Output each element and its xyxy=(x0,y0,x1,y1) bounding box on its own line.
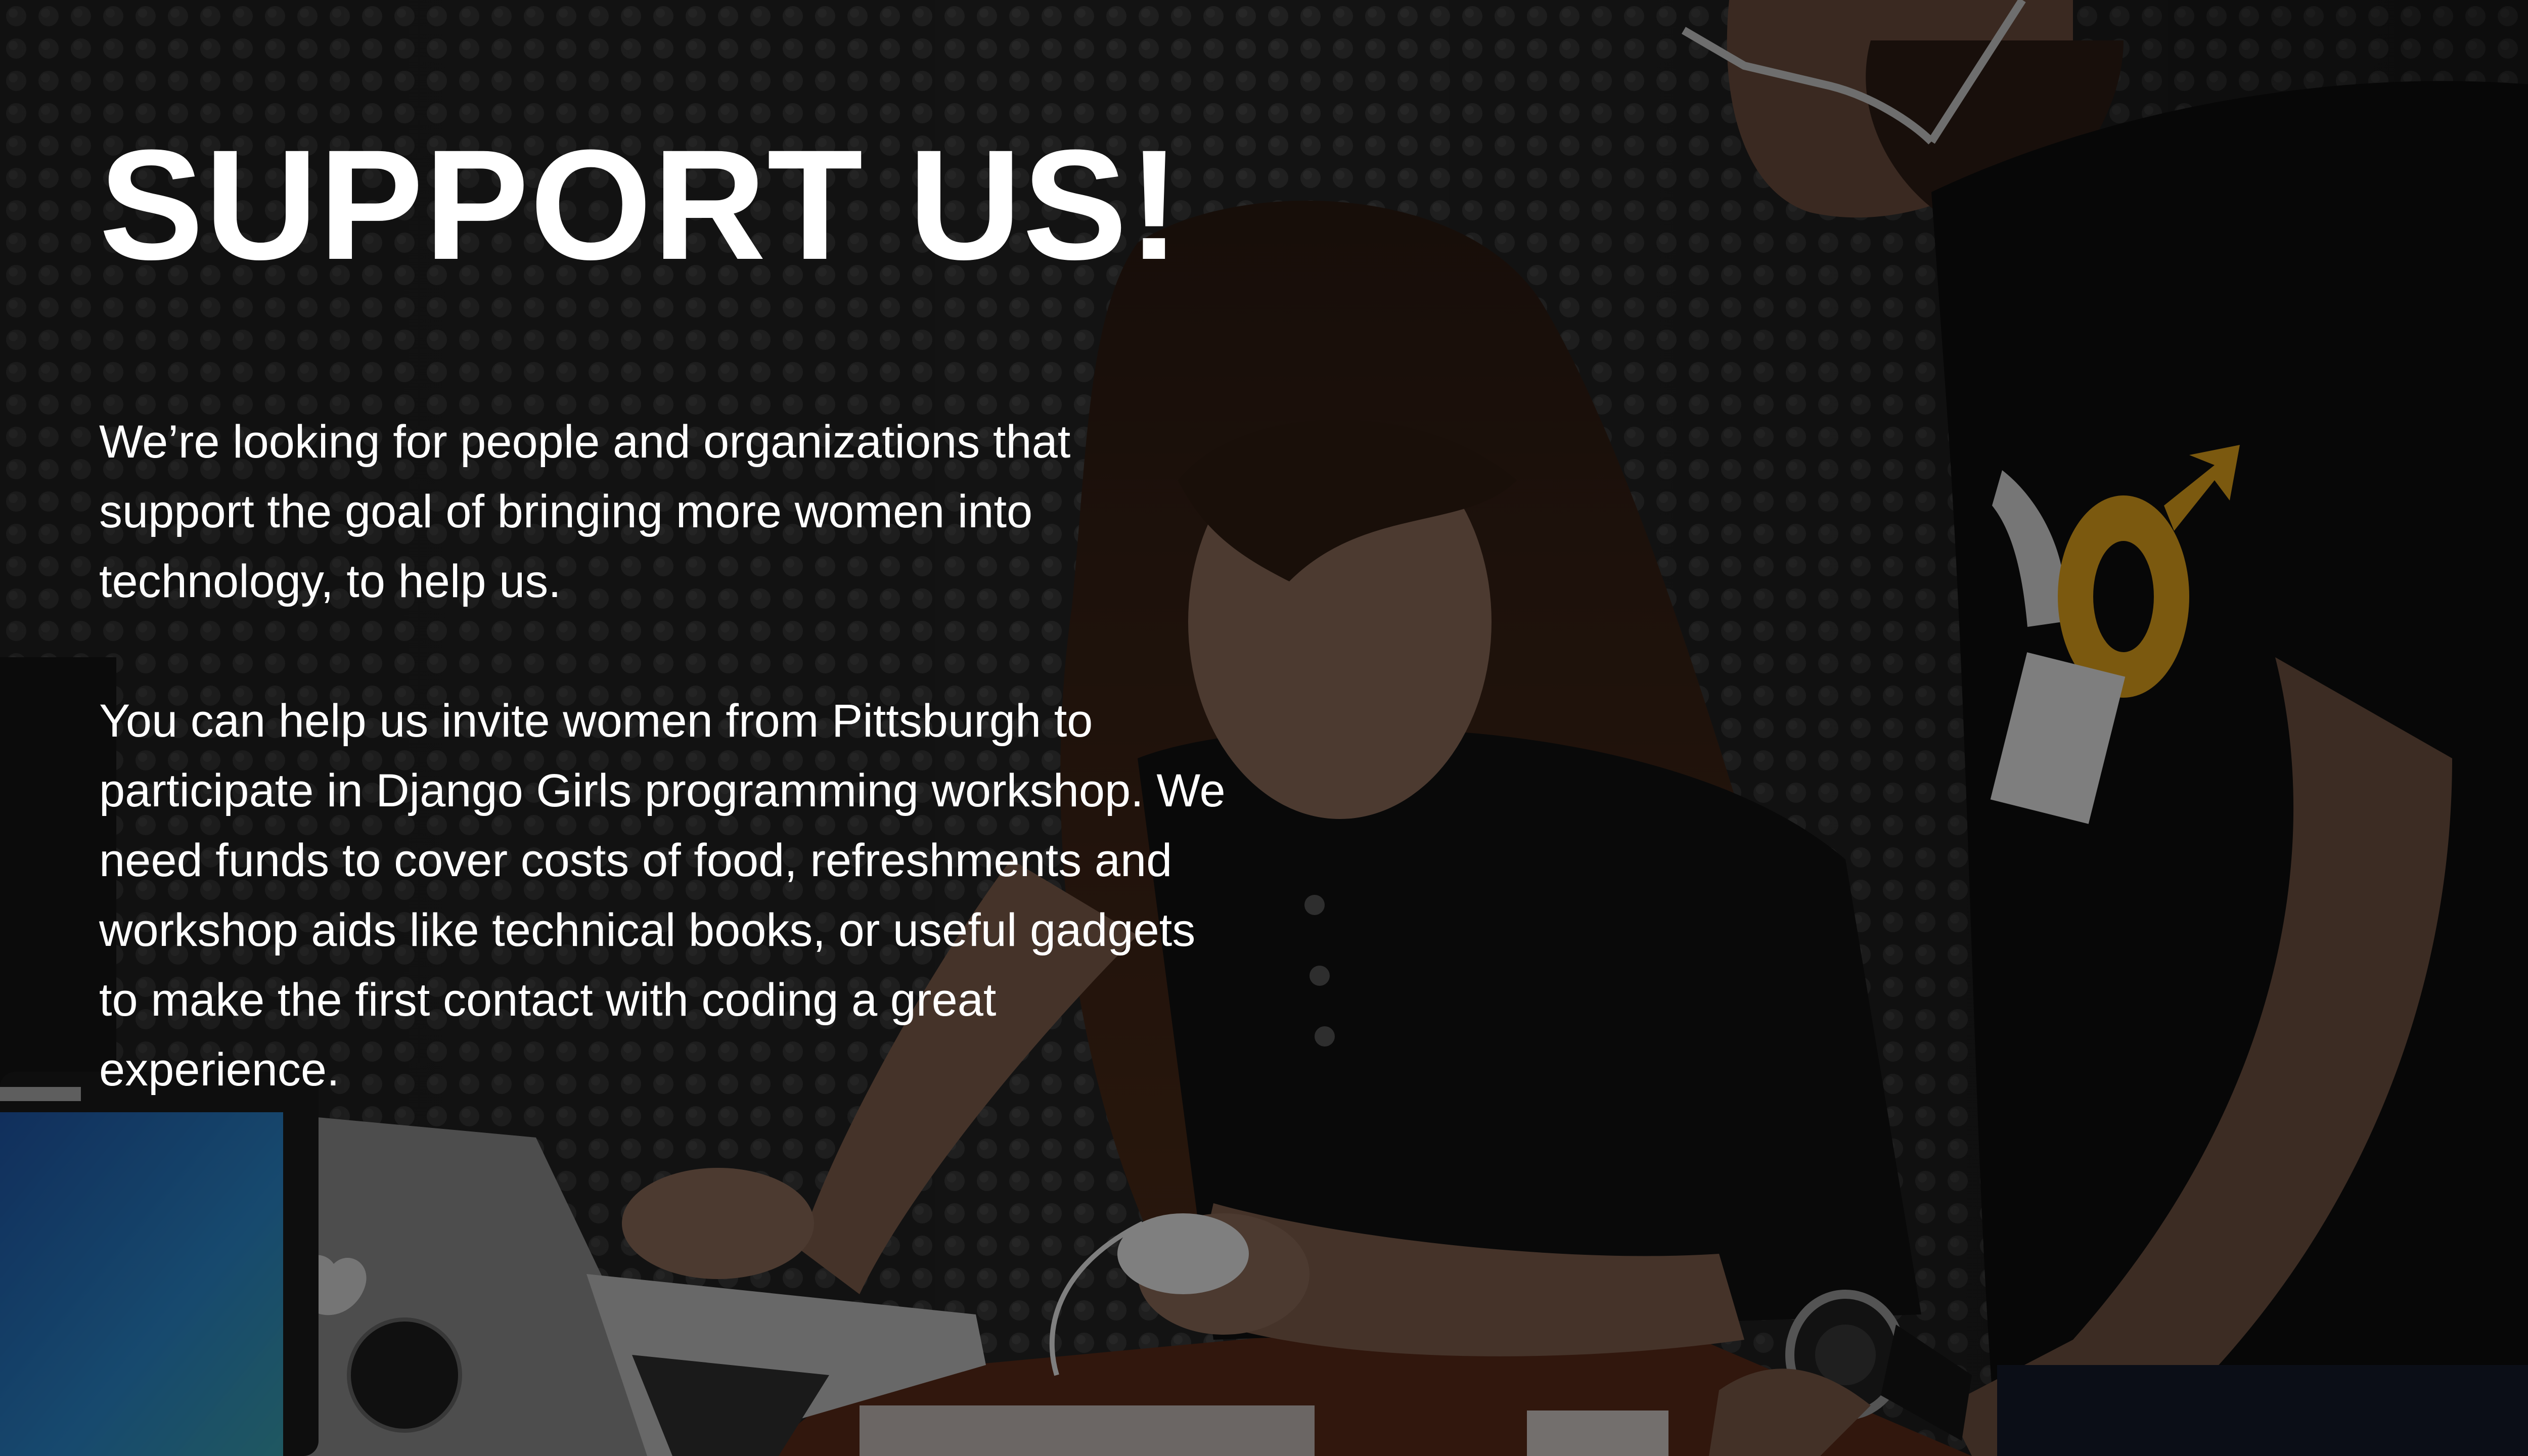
slide-content: SUPPORT US! We’re looking for people and… xyxy=(99,126,1363,1105)
slide-title: SUPPORT US! xyxy=(99,117,1182,292)
support-us-slide: SUPPORT US! We’re looking for people and… xyxy=(0,0,2528,1456)
funding-paragraph: You can help us invite women from Pittsb… xyxy=(99,695,1226,1096)
intro-paragraph: We’re looking for people and organizatio… xyxy=(99,416,1071,607)
